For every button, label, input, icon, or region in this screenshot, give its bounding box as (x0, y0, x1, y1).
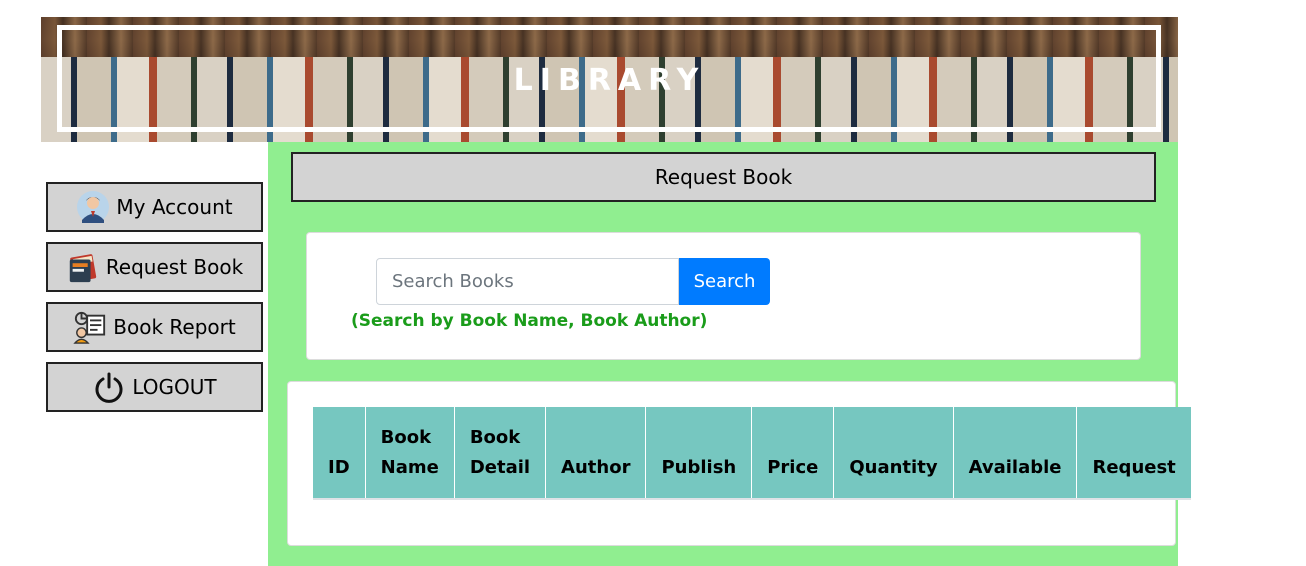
page-title: Request Book (291, 152, 1156, 202)
sidebar-item-book-report[interactable]: Book Report (46, 302, 263, 352)
search-input[interactable] (376, 258, 679, 305)
books-table: ID Book Name Book Detail Author Publish … (313, 407, 1191, 500)
main-panel: Request Book Search (Search by Book Name… (268, 142, 1191, 566)
sidebar-item-label: LOGOUT (132, 375, 217, 399)
sidebar-item-label: Request Book (105, 255, 244, 279)
column-header-quantity: Quantity (833, 407, 954, 500)
table-header-row: ID Book Name Book Detail Author Publish … (313, 407, 1191, 500)
column-header-request: Request (1076, 407, 1191, 500)
sidebar-item-my-account[interactable]: My Account (46, 182, 263, 232)
sidebar-item-label: My Account (116, 195, 233, 219)
column-header-publish: Publish (645, 407, 753, 500)
column-header-available: Available (953, 407, 1078, 500)
report-icon (73, 310, 107, 344)
power-icon (92, 370, 126, 404)
book-icon (66, 250, 100, 284)
books-table-card: ID Book Name Book Detail Author Publish … (287, 381, 1191, 546)
user-avatar-icon (76, 190, 110, 224)
column-header-book-detail: Book Detail (454, 407, 547, 500)
library-banner: LIBRARY (41, 17, 1178, 142)
search-hint: (Search by Book Name, Book Author) (351, 311, 708, 331)
search-card: Search (Search by Book Name, Book Author… (306, 232, 1141, 360)
column-header-price: Price (751, 407, 835, 500)
column-header-id: ID (313, 407, 366, 500)
sidebar-item-logout[interactable]: LOGOUT (46, 362, 263, 412)
column-header-book-name: Book Name (365, 407, 455, 500)
sidebar-item-label: Book Report (113, 315, 236, 339)
column-header-author: Author (545, 407, 647, 500)
sidebar-item-request-book[interactable]: Request Book (46, 242, 263, 292)
banner-title: LIBRARY (513, 63, 706, 98)
search-button[interactable]: Search (679, 258, 770, 305)
